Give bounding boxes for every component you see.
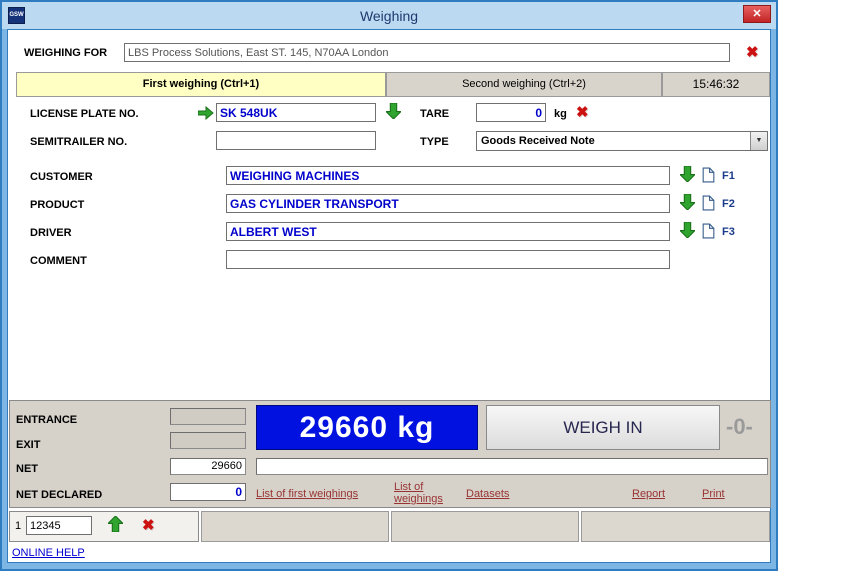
zero-button[interactable]: -0- [726, 414, 753, 440]
semitrailer-input[interactable] [216, 131, 376, 150]
link-list-of-weighings[interactable]: List of weighings [394, 481, 448, 505]
arrow-right-icon [198, 106, 214, 125]
link-print[interactable]: Print [702, 488, 725, 500]
net-declared-input[interactable] [170, 483, 246, 501]
driver-input[interactable] [226, 222, 670, 241]
status-panel-1 [201, 511, 389, 542]
link-datasets[interactable]: Datasets [466, 488, 509, 500]
driver-dropdown-icon[interactable] [680, 222, 695, 243]
product-input[interactable] [226, 194, 670, 213]
net-declared-label: NET DECLARED [16, 489, 102, 501]
tare-unit-label: kg [554, 108, 567, 120]
net-input: 29660 [170, 458, 246, 475]
net-detail-field [256, 458, 768, 475]
link-report[interactable]: Report [632, 488, 665, 500]
driver-fkey-label: F3 [722, 226, 735, 238]
status-panel-2 [391, 511, 579, 542]
record-number-input[interactable] [26, 516, 92, 535]
net-label: NET [16, 463, 38, 475]
status-panel-3 [581, 511, 770, 542]
comment-input[interactable] [226, 250, 670, 269]
exit-label: EXIT [16, 439, 40, 451]
close-button[interactable]: ✕ [743, 5, 771, 23]
row-index-label: 1 [15, 520, 21, 532]
weighing-for-label: WEIGHING FOR [24, 47, 107, 59]
type-select[interactable]: Goods Received Note ▼ [476, 131, 768, 151]
link-list-of-first-weighings[interactable]: List of first weighings [256, 488, 358, 500]
clear-tare-icon[interactable]: ✖ [576, 105, 589, 120]
weighing-for-input[interactable] [124, 43, 730, 62]
driver-document-icon[interactable] [702, 223, 715, 244]
type-label: TYPE [420, 136, 449, 148]
tab-first-weighing[interactable]: First weighing (Ctrl+1) [16, 72, 386, 97]
online-help-link[interactable]: ONLINE HELP [12, 547, 85, 559]
customer-label: CUSTOMER [30, 171, 93, 183]
entrance-input [170, 408, 246, 425]
driver-label: DRIVER [30, 227, 72, 239]
license-plate-dropdown-icon[interactable] [386, 103, 401, 124]
weight-display: 29660 kg [256, 405, 478, 450]
product-document-icon[interactable] [702, 195, 715, 216]
semitrailer-label: SEMITRAILER NO. [30, 136, 127, 148]
chevron-down-icon[interactable]: ▼ [750, 132, 767, 150]
license-plate-input[interactable] [216, 103, 376, 122]
customer-document-icon[interactable] [702, 167, 715, 188]
window-title: Weighing [2, 8, 776, 24]
license-plate-label: LICENSE PLATE NO. [30, 108, 139, 120]
arrow-up-icon[interactable] [108, 516, 123, 537]
customer-dropdown-icon[interactable] [680, 166, 695, 187]
exit-input [170, 432, 246, 449]
title-bar: GSW Weighing ✕ [2, 2, 776, 29]
product-fkey-label: F2 [722, 198, 735, 210]
tare-input[interactable] [476, 103, 546, 122]
clear-weighing-for-icon[interactable]: ✖ [746, 45, 759, 60]
weighing-window: GSW Weighing ✕ WEIGHING FOR ✖ First weig… [0, 0, 778, 571]
weigh-in-button[interactable]: WEIGH IN [486, 405, 720, 450]
entrance-label: ENTRANCE [16, 414, 77, 426]
delete-record-icon[interactable]: ✖ [142, 518, 155, 533]
tab-second-weighing[interactable]: Second weighing (Ctrl+2) [386, 72, 662, 97]
clock-display: 15:46:32 [662, 72, 770, 97]
customer-input[interactable] [226, 166, 670, 185]
customer-fkey-label: F1 [722, 170, 735, 182]
tare-label: TARE [420, 108, 449, 120]
product-dropdown-icon[interactable] [680, 194, 695, 215]
comment-label: COMMENT [30, 255, 87, 267]
type-select-value: Goods Received Note [481, 135, 595, 147]
product-label: PRODUCT [30, 199, 84, 211]
